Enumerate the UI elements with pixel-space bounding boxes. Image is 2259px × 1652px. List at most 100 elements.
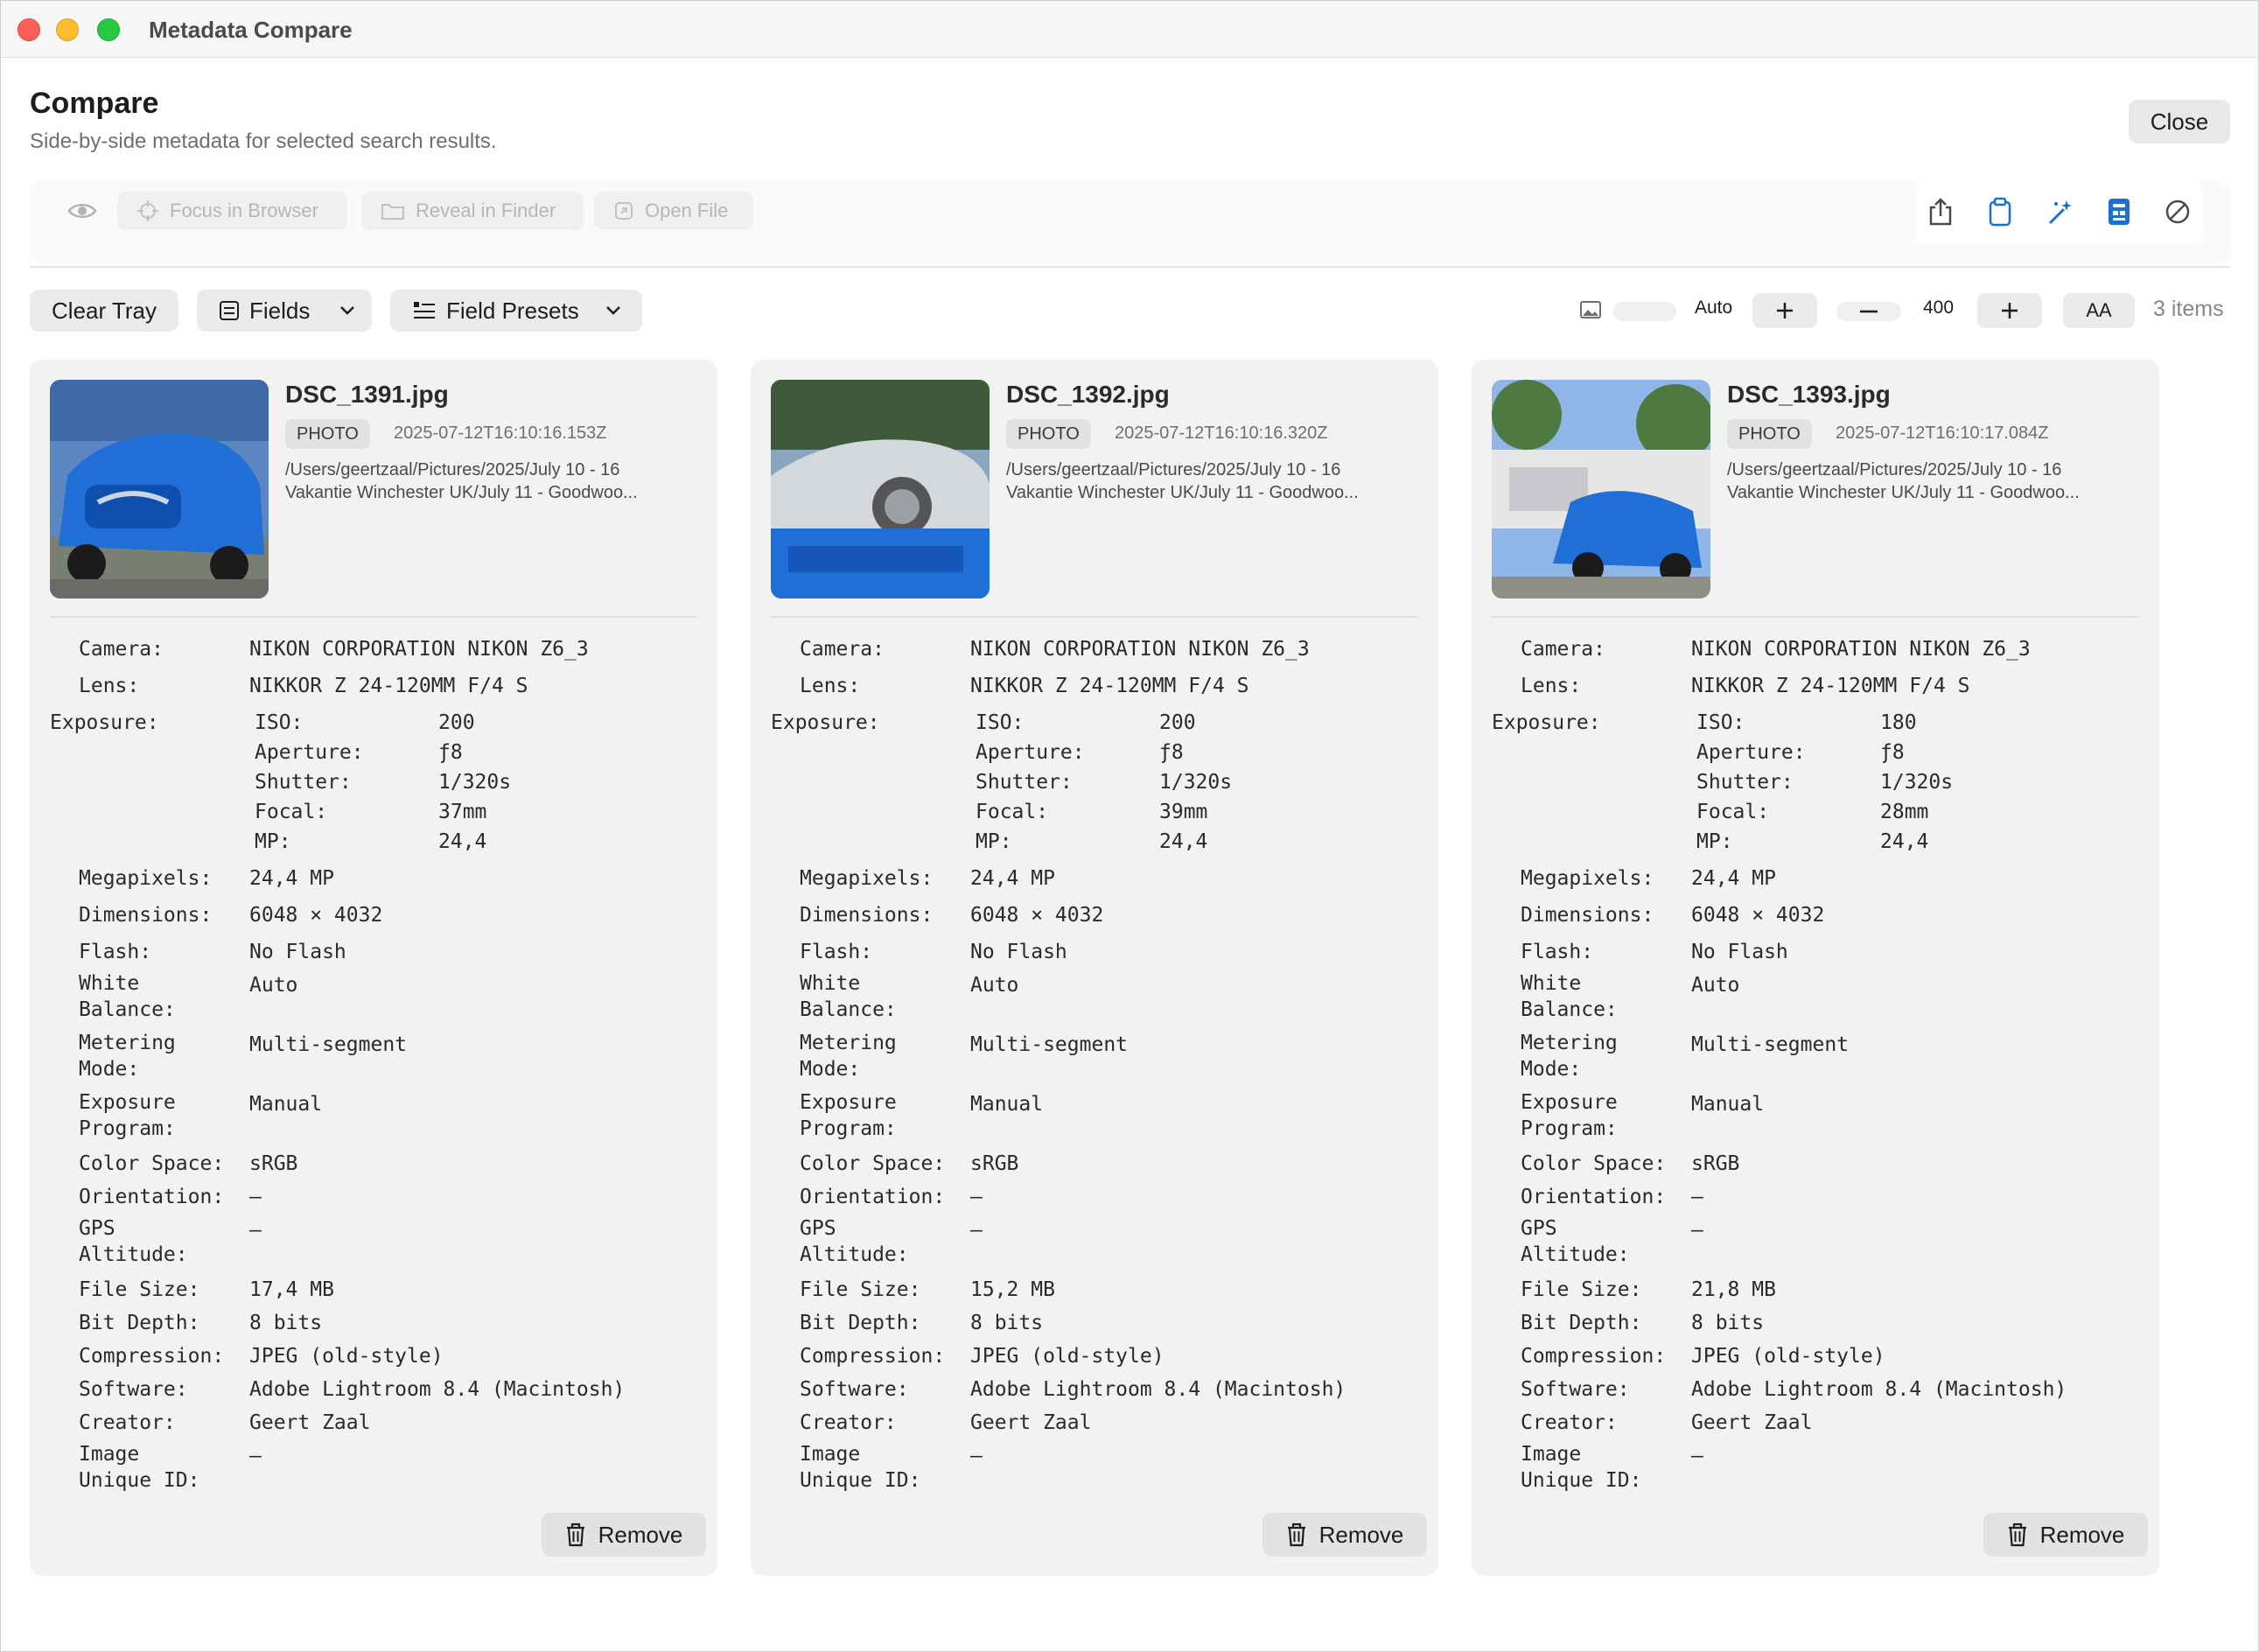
gps-altitude-label: GPS Altitude:	[1521, 1215, 1630, 1268]
dimensions-label: Dimensions:	[79, 904, 213, 927]
prohibit-button[interactable]	[2155, 187, 2200, 236]
shutter-value: 1/320s	[1159, 771, 1233, 794]
font-size-label: AA	[2086, 299, 2112, 321]
clipboard-icon	[1989, 197, 2011, 227]
exposure-program-label: Exposure Program:	[800, 1089, 897, 1142]
remove-button[interactable]: Remove	[1262, 1513, 1427, 1557]
flash-value: No Flash	[1691, 941, 1788, 963]
label-line: Mode:	[800, 1058, 861, 1081]
photo-thumbnail[interactable]	[50, 380, 269, 598]
identity-card-button[interactable]	[2096, 187, 2142, 236]
aperture-value: ƒ8	[438, 741, 463, 764]
remove-button[interactable]: Remove	[1983, 1513, 2148, 1557]
focal-label: Focal:	[1696, 801, 1770, 823]
white-balance-label: White Balance:	[800, 970, 897, 1023]
photo-thumbnail[interactable]	[771, 380, 990, 598]
file-size-label: File Size:	[1521, 1278, 1642, 1301]
share-button[interactable]	[1918, 187, 1963, 236]
field-presets-dropdown[interactable]: Field Presets	[390, 290, 642, 332]
folder-icon	[381, 204, 404, 220]
preview-eye-button[interactable]	[56, 193, 108, 228]
width-decrease-button[interactable]	[1836, 302, 1901, 321]
open-external-icon	[615, 202, 633, 220]
file-path-line: Vakantie Winchester UK/July 11 - Goodwoo…	[1006, 483, 1359, 502]
image-unique-id-label: Image Unique ID:	[79, 1441, 199, 1494]
exposure-program-value: Manual	[1691, 1093, 1765, 1116]
mp-label: MP:	[976, 830, 1012, 853]
exposure-program-label: Exposure Program:	[1521, 1089, 1618, 1142]
exposure-label: Exposure:	[1492, 711, 1601, 734]
minimize-window-button[interactable]	[56, 18, 79, 41]
chevron-down-icon	[340, 306, 355, 315]
clipboard-button[interactable]	[1977, 187, 2023, 236]
thumb-size-increase-button[interactable]	[1752, 293, 1817, 328]
window-title: Metadata Compare	[149, 17, 353, 43]
minus-icon	[1860, 310, 1878, 313]
label-line: Altitude:	[79, 1243, 188, 1266]
compression-value: JPEG (old-style)	[970, 1345, 1164, 1368]
gps-altitude-value: —	[1691, 1219, 1703, 1242]
label-line: Mode:	[79, 1058, 140, 1081]
mp-label: MP:	[255, 830, 291, 853]
file-path-line: Vakantie Winchester UK/July 11 - Goodwoo…	[285, 483, 638, 502]
focal-value: 39mm	[1159, 801, 1208, 823]
creator-value: Geert Zaal	[1691, 1411, 1813, 1434]
bit-depth-label: Bit Depth:	[1521, 1312, 1642, 1334]
aperture-value: ƒ8	[1159, 741, 1184, 764]
trash-icon	[566, 1522, 584, 1547]
thumb-size-decrease-button[interactable]	[1613, 302, 1676, 321]
file-size-value: 15,2 MB	[970, 1278, 1055, 1301]
fields-dropdown[interactable]: Fields	[197, 290, 372, 332]
label-line: Unique ID:	[1521, 1469, 1642, 1492]
width-increase-button[interactable]	[1977, 293, 2042, 328]
dimensions-label: Dimensions:	[1521, 904, 1654, 927]
share-icon	[1929, 198, 1952, 226]
label-line: Unique ID:	[79, 1469, 200, 1492]
label-line: GPS	[1521, 1217, 1557, 1240]
label-line: Exposure	[800, 1091, 897, 1114]
width-value: 400	[1923, 298, 1955, 318]
file-size-value: 21,8 MB	[1691, 1278, 1776, 1301]
creator-label: Creator:	[79, 1411, 176, 1434]
bit-depth-value: 8 bits	[970, 1312, 1044, 1334]
white-balance-value: Auto	[1691, 974, 1740, 997]
label-line: Program:	[79, 1117, 176, 1140]
compare-card: DSC_1392.jpg PHOTO 2025-07-12T16:10:16.3…	[751, 360, 1438, 1576]
dimensions-value: 6048 × 4032	[1691, 904, 1825, 927]
orientation-value: —	[970, 1186, 983, 1208]
lens-value: NIKKOR Z 24-120MM F/4 S	[970, 675, 1249, 697]
auto-enhance-button[interactable]	[2037, 187, 2082, 236]
iso-label: ISO:	[976, 711, 1025, 734]
label-line: Balance:	[800, 998, 897, 1021]
iso-label: ISO:	[1696, 711, 1745, 734]
items-count: 3 items	[2153, 297, 2224, 321]
flash-label: Flash:	[800, 941, 873, 963]
label-line: Exposure	[1521, 1091, 1618, 1114]
font-size-button[interactable]: AA	[2063, 293, 2135, 328]
megapixels-label: Megapixels:	[1521, 867, 1654, 890]
card-divider	[1492, 616, 2139, 618]
remove-button[interactable]: Remove	[542, 1513, 706, 1557]
reveal-in-finder-button[interactable]: Reveal in Finder	[361, 192, 584, 230]
gps-altitude-value: —	[970, 1219, 983, 1242]
exposure-program-label: Exposure Program:	[79, 1089, 176, 1142]
photo-thumbnail[interactable]	[1492, 380, 1710, 598]
focus-in-browser-button[interactable]: Focus in Browser	[117, 192, 347, 230]
white-balance-label: White Balance:	[1521, 970, 1618, 1023]
compression-value: JPEG (old-style)	[1691, 1345, 1885, 1368]
open-file-label: Open File	[645, 200, 729, 221]
remove-label: Remove	[598, 1521, 683, 1548]
close-button[interactable]: Close	[2129, 100, 2230, 144]
crosshair-icon	[137, 200, 158, 221]
color-space-label: Color Space:	[79, 1152, 225, 1175]
file-path-line: /Users/geertzaal/Pictures/2025/July 10 -…	[285, 460, 620, 480]
zoom-window-button[interactable]	[97, 18, 120, 41]
clear-tray-button[interactable]: Clear Tray	[30, 290, 178, 332]
image-unique-id-value: —	[1691, 1445, 1703, 1467]
aperture-label: Aperture:	[255, 741, 364, 764]
label-line: Image	[1521, 1443, 1582, 1466]
close-window-button[interactable]	[17, 18, 40, 41]
software-value: Adobe Lightroom 8.4 (Macintosh)	[1691, 1378, 2067, 1401]
open-file-button[interactable]: Open File	[594, 192, 753, 230]
gps-altitude-value: —	[249, 1219, 262, 1242]
